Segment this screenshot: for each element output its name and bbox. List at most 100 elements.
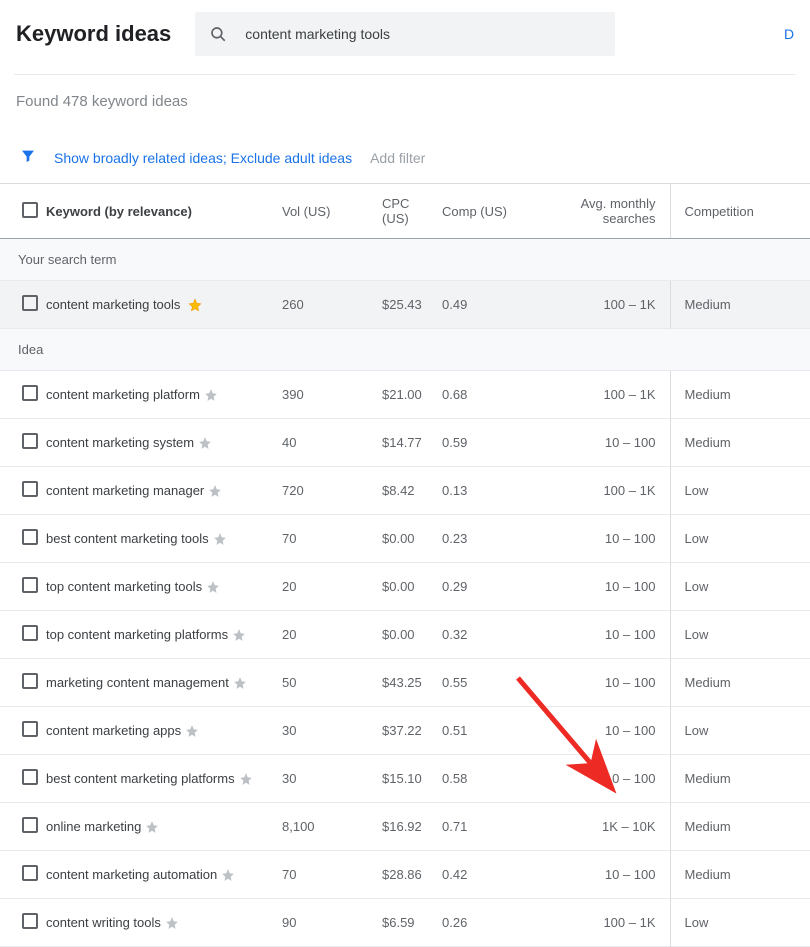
vol-cell: 260: [282, 281, 382, 329]
row-checkbox[interactable]: [22, 769, 38, 785]
cpc-cell: $8.42: [382, 467, 442, 515]
table-row[interactable]: content marketing manager720$8.420.13100…: [0, 467, 810, 515]
competition-cell: Low: [670, 899, 810, 947]
comp-cell: 0.13: [442, 467, 540, 515]
competition-cell: Medium: [670, 659, 810, 707]
row-checkbox[interactable]: [22, 673, 38, 689]
filter-icon[interactable]: [20, 148, 36, 167]
row-checkbox[interactable]: [22, 433, 38, 449]
search-input[interactable]: [243, 25, 601, 43]
row-checkbox[interactable]: [22, 625, 38, 641]
star-icon[interactable]: [232, 628, 246, 642]
vol-cell: 40: [282, 419, 382, 467]
searches-cell: 10 – 100: [540, 563, 670, 611]
keyword-cell: marketing content management: [46, 659, 282, 707]
col-vol[interactable]: Vol (US): [282, 184, 382, 239]
star-icon[interactable]: [204, 388, 218, 402]
cpc-cell: $14.77: [382, 419, 442, 467]
table-row[interactable]: content marketing system40$14.770.5910 –…: [0, 419, 810, 467]
table-row[interactable]: content marketing automation70$28.860.42…: [0, 851, 810, 899]
row-checkbox[interactable]: [22, 385, 38, 401]
download-link[interactable]: D: [784, 26, 794, 42]
row-checkbox[interactable]: [22, 817, 38, 833]
comp-cell: 0.59: [442, 419, 540, 467]
row-checkbox[interactable]: [22, 913, 38, 929]
star-icon[interactable]: [145, 820, 159, 834]
cpc-cell: $16.92: [382, 803, 442, 851]
row-checkbox[interactable]: [22, 865, 38, 881]
star-icon[interactable]: [221, 868, 235, 882]
searches-cell: 100 – 1K: [540, 281, 670, 329]
col-competition[interactable]: Competition: [670, 184, 810, 239]
vol-cell: 8,100: [282, 803, 382, 851]
competition-cell: Low: [670, 467, 810, 515]
keyword-cell: top content marketing tools: [46, 563, 282, 611]
searches-cell: 10 – 100: [540, 659, 670, 707]
row-checkbox[interactable]: [22, 721, 38, 737]
table-row[interactable]: content marketing apps30$37.220.5110 – 1…: [0, 707, 810, 755]
star-icon[interactable]: [208, 484, 222, 498]
keywords-table: Keyword (by relevance) Vol (US) CPC (US)…: [0, 183, 810, 947]
keyword-cell: best content marketing platforms: [46, 755, 282, 803]
comp-cell: 0.68: [442, 371, 540, 419]
section-your-search-term: Your search term: [0, 239, 810, 281]
star-icon[interactable]: [188, 298, 202, 312]
table-row[interactable]: content marketing platform390$21.000.681…: [0, 371, 810, 419]
keyword-cell: content marketing system: [46, 419, 282, 467]
star-icon[interactable]: [185, 724, 199, 738]
star-icon[interactable]: [213, 532, 227, 546]
table-row[interactable]: online marketing8,100$16.920.711K – 10KM…: [0, 803, 810, 851]
cpc-cell: $0.00: [382, 515, 442, 563]
competition-cell: Medium: [670, 419, 810, 467]
active-filters[interactable]: Show broadly related ideas; Exclude adul…: [54, 150, 352, 166]
competition-cell: Low: [670, 707, 810, 755]
cpc-cell: $6.59: [382, 899, 442, 947]
select-all-header[interactable]: [0, 184, 46, 239]
filter-bar: Show broadly related ideas; Exclude adul…: [0, 138, 810, 183]
competition-cell: Medium: [670, 281, 810, 329]
row-checkbox[interactable]: [22, 481, 38, 497]
searches-cell: 1K – 10K: [540, 803, 670, 851]
comp-cell: 0.42: [442, 851, 540, 899]
star-icon[interactable]: [233, 676, 247, 690]
table-row[interactable]: best content marketing tools70$0.000.231…: [0, 515, 810, 563]
col-cpc[interactable]: CPC (US): [382, 184, 442, 239]
select-all-checkbox[interactable]: [22, 202, 38, 218]
table-row[interactable]: marketing content management50$43.250.55…: [0, 659, 810, 707]
search-box[interactable]: [195, 12, 615, 56]
searches-cell: 100 – 1K: [540, 371, 670, 419]
cpc-cell: $25.43: [382, 281, 442, 329]
keyword-cell: top content marketing platforms: [46, 611, 282, 659]
competition-cell: Medium: [670, 803, 810, 851]
cpc-cell: $0.00: [382, 611, 442, 659]
comp-cell: 0.26: [442, 899, 540, 947]
row-checkbox[interactable]: [22, 577, 38, 593]
keyword-cell: content marketing tools: [46, 281, 282, 329]
comp-cell: 0.23: [442, 515, 540, 563]
comp-cell: 0.71: [442, 803, 540, 851]
star-icon[interactable]: [198, 436, 212, 450]
cpc-cell: $28.86: [382, 851, 442, 899]
vol-cell: 30: [282, 755, 382, 803]
star-icon[interactable]: [239, 772, 253, 786]
col-searches[interactable]: Avg. monthly searches: [540, 184, 670, 239]
add-filter-button[interactable]: Add filter: [370, 150, 425, 166]
results-count: Found 478 keyword ideas: [0, 75, 810, 138]
star-icon[interactable]: [165, 916, 179, 930]
table-row[interactable]: top content marketing tools20$0.000.2910…: [0, 563, 810, 611]
comp-cell: 0.32: [442, 611, 540, 659]
table-row[interactable]: content writing tools90$6.590.26100 – 1K…: [0, 899, 810, 947]
vol-cell: 20: [282, 611, 382, 659]
col-comp[interactable]: Comp (US): [442, 184, 540, 239]
table-row[interactable]: top content marketing platforms20$0.000.…: [0, 611, 810, 659]
searches-cell: 100 – 1K: [540, 467, 670, 515]
col-keyword[interactable]: Keyword (by relevance): [46, 184, 282, 239]
table-row[interactable]: best content marketing platforms30$15.10…: [0, 755, 810, 803]
comp-cell: 0.55: [442, 659, 540, 707]
row-checkbox[interactable]: [22, 529, 38, 545]
star-icon[interactable]: [206, 580, 220, 594]
search-term-row[interactable]: content marketing tools 260 $25.43 0.49 …: [0, 281, 810, 329]
keyword-cell: best content marketing tools: [46, 515, 282, 563]
row-checkbox[interactable]: [22, 295, 38, 311]
keyword-cell: content marketing automation: [46, 851, 282, 899]
